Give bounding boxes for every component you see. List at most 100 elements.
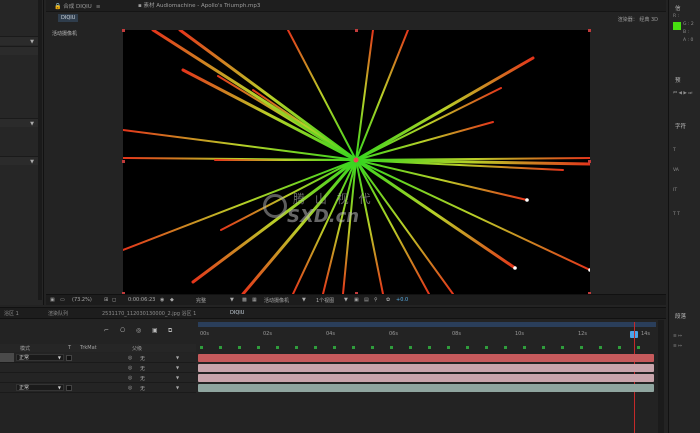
exposure-icon[interactable]: ✿ bbox=[386, 297, 390, 303]
keyframe-marker[interactable] bbox=[428, 346, 431, 349]
mode-dropdown[interactable]: 正常 ▼ bbox=[16, 354, 64, 361]
composition-viewer[interactable]: 腾 山 视 代 SXD.cn bbox=[123, 30, 590, 294]
chevron-down-icon[interactable]: ▼ bbox=[176, 375, 179, 380]
snapshot-icon[interactable]: ▣ bbox=[50, 297, 55, 303]
zoom-dropdown[interactable]: (73.2%) bbox=[72, 297, 92, 303]
timeline-tab-render-queue[interactable]: 渲染队列 bbox=[48, 310, 68, 317]
menu-icon[interactable]: ≡ bbox=[96, 4, 101, 10]
layer-duration-bar[interactable] bbox=[198, 374, 654, 382]
keyframe-marker[interactable] bbox=[257, 346, 260, 349]
keyframe-marker[interactable] bbox=[295, 346, 298, 349]
handle-mr[interactable] bbox=[588, 160, 591, 163]
info-tab-icon[interactable]: 信 bbox=[675, 4, 681, 12]
comp-subtab[interactable]: DIQIU bbox=[58, 14, 79, 22]
camera-snapshot-icon[interactable]: ◉ bbox=[160, 297, 164, 303]
preview-tab[interactable]: 预 bbox=[675, 76, 681, 84]
grid-icon[interactable]: ⊞ bbox=[104, 297, 108, 303]
toggle-icon[interactable]: ▣ bbox=[354, 297, 359, 303]
parent-pickwhip-icon[interactable]: ◎ bbox=[128, 385, 132, 391]
baseline-icon[interactable]: T T bbox=[673, 212, 680, 217]
keyframe-marker[interactable] bbox=[333, 346, 336, 349]
keyframe-marker[interactable] bbox=[371, 346, 374, 349]
handle-tc[interactable] bbox=[355, 29, 358, 32]
keyframe-marker[interactable] bbox=[352, 346, 355, 349]
layer-row[interactable]: 正常 ▼ ◎ 无 ▼ bbox=[0, 353, 196, 363]
mode-dropdown[interactable]: 正常 ▼ bbox=[16, 384, 64, 391]
keyframe-marker[interactable] bbox=[219, 346, 222, 349]
frame-blend-icon[interactable]: ▣ bbox=[152, 327, 158, 334]
parent-pickwhip-icon[interactable]: ◎ bbox=[128, 375, 132, 381]
chevron-down-icon[interactable]: ▼ bbox=[302, 297, 306, 303]
preserve-transparency-checkbox[interactable] bbox=[66, 385, 72, 391]
layer-row[interactable]: 正常 ▼ ◎ 无 ▼ bbox=[0, 383, 196, 393]
left-scrollbar[interactable] bbox=[38, 0, 42, 300]
keyframe-marker[interactable] bbox=[466, 346, 469, 349]
text-size-icon[interactable]: T bbox=[673, 148, 676, 153]
tracking-icon[interactable]: VA bbox=[673, 168, 679, 173]
left-dropdown-2[interactable]: ▼ bbox=[0, 118, 40, 127]
left-dropdown-1[interactable]: ▼ bbox=[0, 36, 40, 45]
display-icon[interactable]: ▭ bbox=[60, 297, 65, 303]
tab-composition[interactable]: 🔒 合成 DIQIU ≡ bbox=[54, 2, 100, 11]
chevron-down-icon[interactable]: ▼ bbox=[176, 365, 179, 370]
flowchart-icon[interactable]: ⚲ bbox=[374, 297, 378, 303]
tab-footage[interactable]: ▪ 素材 Audiomachine - Apollo's Triumph.mp3 bbox=[138, 2, 260, 11]
graph-editor-icon[interactable]: ⧉ bbox=[168, 327, 172, 335]
character-tab[interactable]: 字符 bbox=[675, 122, 686, 130]
views-dropdown[interactable]: 1个视图 bbox=[316, 297, 334, 304]
parent-pickwhip-icon[interactable]: ◎ bbox=[128, 355, 132, 361]
motion-blur-icon[interactable]: ◎ bbox=[136, 327, 141, 334]
timeline-tab-diqiu[interactable]: DIQIU bbox=[230, 310, 244, 316]
parent-value[interactable]: 无 bbox=[140, 375, 145, 382]
parent-pickwhip-icon[interactable]: ◎ bbox=[128, 365, 132, 371]
preserve-transparency-checkbox[interactable] bbox=[66, 355, 72, 361]
keyframe-marker[interactable] bbox=[238, 346, 241, 349]
preview-controls[interactable]: ⏮ ◀ ▶ ⏭ bbox=[673, 90, 692, 96]
indent-left-icon[interactable]: ≡ ↦ bbox=[673, 334, 682, 339]
parent-value[interactable]: 无 bbox=[140, 355, 145, 362]
layer-row[interactable]: ◎ 无 ▼ bbox=[0, 373, 196, 383]
keyframe-marker[interactable] bbox=[504, 346, 507, 349]
mask-icon[interactable]: ◻ bbox=[112, 297, 116, 303]
indent-right-icon[interactable]: ≡ ↦ bbox=[673, 344, 682, 349]
parent-value[interactable]: 无 bbox=[140, 365, 145, 372]
timecode[interactable]: 0:00:06:23 bbox=[128, 297, 155, 303]
chevron-down-icon[interactable]: ▼ bbox=[176, 385, 179, 390]
scale-icon[interactable]: IT bbox=[673, 188, 677, 193]
timeline-tab-1[interactable]: 浴区 1 bbox=[4, 310, 19, 317]
renderer-info[interactable]: 渲染器： 经典 3D bbox=[618, 16, 658, 23]
shy-icon[interactable]: ⎔ bbox=[120, 327, 125, 334]
layer-row[interactable]: ◎ 无 ▼ bbox=[0, 363, 196, 373]
quality-dropdown[interactable]: 完整 bbox=[196, 297, 206, 304]
paragraph-tab[interactable]: 段落 bbox=[675, 312, 686, 320]
keyframe-marker[interactable] bbox=[523, 346, 526, 349]
render-icon[interactable]: ▤ bbox=[364, 297, 369, 303]
keyframe-marker[interactable] bbox=[561, 346, 564, 349]
keyframe-marker[interactable] bbox=[580, 346, 583, 349]
chevron-down-icon[interactable]: ▼ bbox=[176, 355, 179, 360]
keyframe-marker[interactable] bbox=[447, 346, 450, 349]
time-ruler[interactable]: 00s 02s 04s 06s 08s 10s 12s 14s bbox=[198, 328, 656, 344]
keyframe-marker[interactable] bbox=[599, 346, 602, 349]
keyframe-marker[interactable] bbox=[200, 346, 203, 349]
transparency-icon[interactable]: ▦ bbox=[252, 297, 257, 303]
timeline-scrollbar[interactable] bbox=[658, 320, 664, 433]
exposure-value[interactable]: +0.0 bbox=[396, 297, 408, 303]
keyframe-marker[interactable] bbox=[618, 346, 621, 349]
color-icon[interactable]: ◆ bbox=[170, 297, 174, 303]
keyframe-marker[interactable] bbox=[542, 346, 545, 349]
handle-tr[interactable] bbox=[588, 29, 591, 32]
chevron-down-icon[interactable]: ▼ bbox=[230, 297, 234, 303]
work-area-bar[interactable] bbox=[198, 322, 656, 327]
region-icon[interactable]: ▩ bbox=[242, 297, 247, 303]
layer-duration-bar[interactable] bbox=[198, 364, 654, 372]
chevron-down-icon[interactable]: ▼ bbox=[344, 297, 348, 303]
layer-duration-bar[interactable] bbox=[198, 354, 654, 362]
keyframe-marker[interactable] bbox=[637, 346, 640, 349]
keyframe-marker[interactable] bbox=[390, 346, 393, 349]
draft-icon[interactable]: ⌐ bbox=[104, 327, 109, 334]
keyframe-marker[interactable] bbox=[314, 346, 317, 349]
keyframe-marker[interactable] bbox=[485, 346, 488, 349]
timeline-tab-image[interactable]: 2531170_112030130000_2.jpg 浴区 1 bbox=[102, 310, 196, 317]
left-dropdown-3[interactable]: ▼ bbox=[0, 156, 40, 165]
